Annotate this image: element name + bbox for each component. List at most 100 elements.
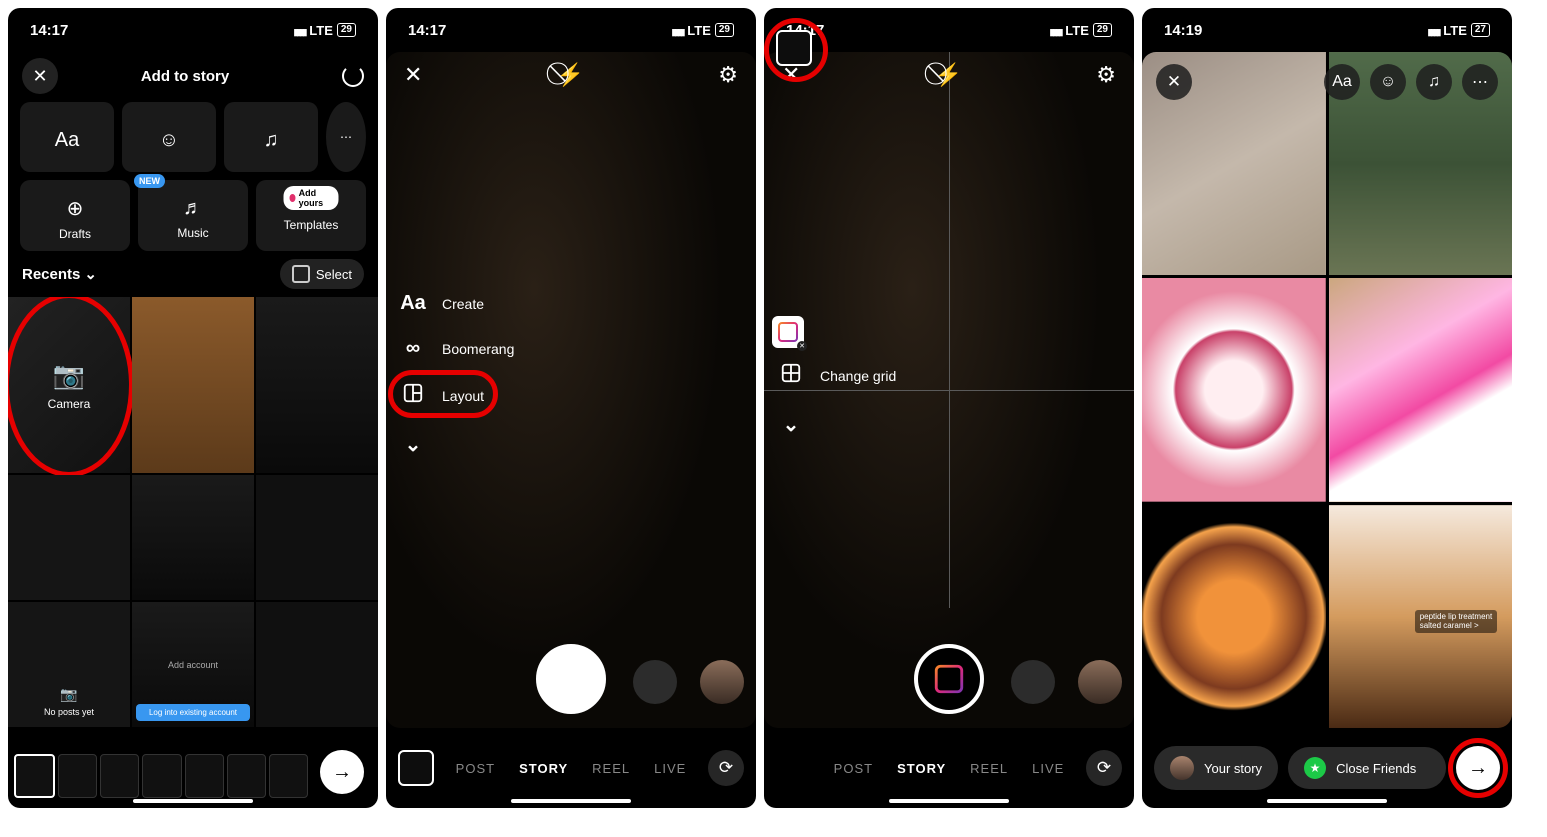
status-right: LTE 29: [1049, 23, 1112, 38]
status-time: 14:17: [408, 22, 446, 39]
select-button[interactable]: Select: [280, 259, 364, 289]
templates-tile[interactable]: Add yours Templates: [256, 180, 366, 251]
home-indicator: [1267, 799, 1387, 803]
close-button[interactable]: ✕: [1156, 64, 1192, 100]
mode-post[interactable]: POST: [834, 761, 873, 776]
layout-cell[interactable]: [1142, 278, 1326, 501]
switch-camera-preview[interactable]: [1078, 660, 1122, 704]
change-grid-option[interactable]: Change grid: [778, 362, 896, 390]
more-tile[interactable]: ⋯: [326, 102, 366, 172]
battery-level: 29: [1093, 23, 1112, 37]
infinity-icon: ∞: [400, 337, 426, 360]
layout-preview-grid: peptide lip treatmentsalted caramel >: [1142, 52, 1512, 728]
close-friends-button[interactable]: ★ Close Friends: [1288, 747, 1446, 789]
status-time: 14:19: [1164, 22, 1202, 39]
status-right: LTE 27: [1427, 23, 1490, 38]
music-tool-button[interactable]: ♫: [1416, 64, 1452, 100]
home-indicator: [133, 799, 253, 803]
highlight-ring: [388, 370, 498, 418]
flash-icon[interactable]: ⚡⃠: [557, 62, 584, 88]
network-label: LTE: [1443, 23, 1467, 38]
music-note-icon: ♫: [264, 129, 279, 152]
chevron-down-icon: ⌄: [400, 432, 426, 457]
music-label: Music: [177, 226, 208, 240]
flash-icon[interactable]: ⚡⃠: [935, 62, 962, 88]
signal-icon: [1049, 23, 1061, 38]
gallery-grid: 📷 Camera 📷No posts yet Add account Log i…: [8, 297, 378, 727]
expand-menu[interactable]: ⌄: [778, 412, 896, 437]
your-story-button[interactable]: Your story: [1154, 746, 1278, 790]
battery-level: 29: [337, 23, 356, 37]
text-aa-icon: Aa: [400, 292, 426, 315]
aa-tile[interactable]: Aa: [20, 102, 114, 172]
remove-layout-icon[interactable]: ✕: [797, 341, 807, 351]
highlight-ring: [764, 18, 828, 82]
mode-story[interactable]: STORY: [897, 761, 946, 776]
login-label: Log into existing account: [136, 704, 250, 721]
layout-cell[interactable]: [1329, 278, 1513, 501]
more-tool-button[interactable]: ⋯: [1462, 64, 1498, 100]
flip-camera-button[interactable]: ⟳: [1086, 750, 1122, 786]
battery-level: 27: [1471, 23, 1490, 37]
send-button[interactable]: →: [1456, 746, 1500, 790]
layout-cell[interactable]: [1142, 505, 1326, 728]
network-label: LTE: [687, 23, 711, 38]
mini-preview-row[interactable]: [14, 754, 308, 798]
shutter-button[interactable]: [536, 644, 606, 714]
sticker-tool-button[interactable]: ☺: [1370, 64, 1406, 100]
star-icon: ★: [1304, 757, 1326, 779]
gallery-item[interactable]: [132, 297, 254, 473]
effect-circle[interactable]: [1011, 660, 1055, 704]
signal-icon: [671, 23, 683, 38]
flip-camera-button[interactable]: ⟳: [708, 750, 744, 786]
status-right: LTE 29: [293, 23, 356, 38]
gallery-thumb[interactable]: [398, 750, 434, 786]
settings-icon[interactable]: ⚙: [718, 62, 738, 88]
gallery-item[interactable]: [132, 475, 254, 600]
switch-camera-preview[interactable]: [700, 660, 744, 704]
effect-circle[interactable]: [633, 660, 677, 704]
highlight-ring: [1448, 738, 1508, 798]
new-badge: NEW: [134, 174, 165, 188]
gallery-item[interactable]: Add account Log into existing account: [132, 602, 254, 727]
music-tile[interactable]: NEW ♬ Music: [138, 180, 248, 251]
sticker-tile[interactable]: ☺: [122, 102, 216, 172]
mode-reel[interactable]: REEL: [970, 761, 1008, 776]
drafts-tile[interactable]: ⊕ Drafts: [20, 180, 130, 251]
gallery-thumb[interactable]: [776, 30, 812, 66]
grid-line: [949, 52, 950, 608]
layout-active-icon[interactable]: ✕: [772, 316, 804, 348]
gallery-item[interactable]: [256, 297, 378, 473]
camera-cell[interactable]: 📷 Camera: [8, 297, 130, 473]
next-button[interactable]: →: [320, 750, 364, 794]
music-icon: ♬: [183, 197, 203, 220]
recents-dropdown[interactable]: Recents⌄: [22, 265, 97, 283]
signal-icon: [1427, 23, 1439, 38]
chevron-down-icon: ⌄: [778, 412, 804, 437]
music-note-tile[interactable]: ♫: [224, 102, 318, 172]
create-option[interactable]: AaCreate: [400, 292, 514, 315]
mode-reel[interactable]: REEL: [592, 761, 630, 776]
music-note-icon: ♫: [1428, 73, 1440, 91]
gallery-item[interactable]: 📷No posts yet: [8, 602, 130, 727]
gallery-item[interactable]: [256, 475, 378, 600]
mode-live[interactable]: LIVE: [1032, 761, 1064, 776]
layout-cell[interactable]: peptide lip treatmentsalted caramel >: [1329, 505, 1513, 728]
shutter-button[interactable]: [914, 644, 984, 714]
gallery-item[interactable]: [8, 475, 130, 600]
text-tool-button[interactable]: Aa: [1324, 64, 1360, 100]
avatar: [1170, 756, 1194, 780]
text-aa-icon: Aa: [55, 129, 79, 152]
mode-post[interactable]: POST: [456, 761, 495, 776]
status-right: LTE 29: [671, 23, 734, 38]
sticker-icon: ☺: [1380, 73, 1396, 91]
expand-menu[interactable]: ⌄: [400, 432, 514, 457]
boomerang-option[interactable]: ∞Boomerang: [400, 337, 514, 360]
mode-live[interactable]: LIVE: [654, 761, 686, 776]
product-tag[interactable]: peptide lip treatmentsalted caramel >: [1415, 610, 1498, 634]
close-button[interactable]: ✕: [404, 62, 422, 88]
settings-icon[interactable]: ⚙: [1096, 62, 1116, 88]
mode-story[interactable]: STORY: [519, 761, 568, 776]
gallery-item[interactable]: [256, 602, 378, 727]
layout-option[interactable]: Layout: [400, 382, 514, 410]
